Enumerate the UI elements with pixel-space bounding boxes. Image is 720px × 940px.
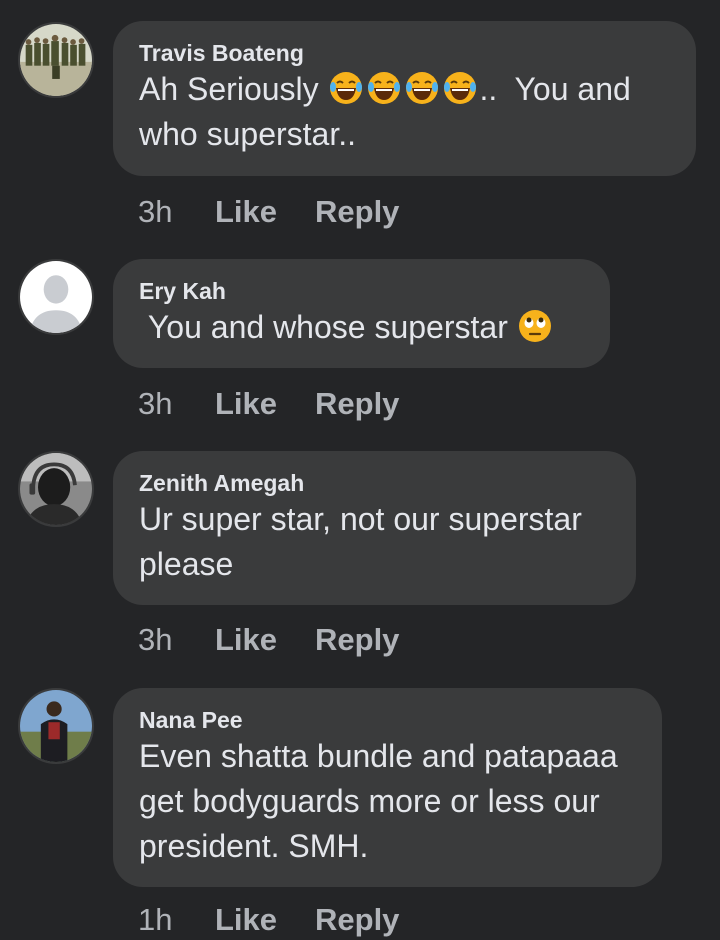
comment-timestamp[interactable]: 1h bbox=[138, 900, 172, 940]
comment-feed: Travis Boateng Ah Seriously .. You and w… bbox=[0, 0, 720, 940]
avatar-photo-icon bbox=[20, 453, 92, 525]
like-button[interactable]: Like bbox=[215, 192, 277, 232]
comment-text: You and whose superstar bbox=[139, 305, 584, 350]
comment-text-prefix: Ah Seriously bbox=[139, 71, 328, 107]
avatar-photo-icon bbox=[20, 24, 92, 96]
face-with-tears-of-joy-icon bbox=[366, 70, 402, 106]
reply-button[interactable]: Reply bbox=[315, 900, 399, 940]
comment-text: Ur super star, not our superstar please bbox=[139, 501, 591, 582]
comment-author[interactable]: Ery Kah bbox=[139, 277, 584, 305]
comment-timestamp[interactable]: 3h bbox=[138, 620, 172, 660]
like-button[interactable]: Like bbox=[215, 900, 277, 940]
reply-button[interactable]: Reply bbox=[315, 192, 399, 232]
comment-bubble: Zenith Amegah Ur super star, not our sup… bbox=[113, 451, 636, 605]
like-button[interactable]: Like bbox=[215, 620, 277, 660]
comment-bubble: Ery Kah You and whose superstar bbox=[113, 259, 610, 368]
face-with-tears-of-joy-icon bbox=[442, 70, 478, 106]
comment-text: Ah Seriously .. You and who superstar.. bbox=[139, 67, 670, 157]
comment-text: Even shatta bundle and patapaaa get body… bbox=[139, 738, 627, 864]
reply-button[interactable]: Reply bbox=[315, 384, 399, 424]
face-with-tears-of-joy-icon bbox=[328, 70, 364, 106]
comment-timestamp[interactable]: 3h bbox=[138, 192, 172, 232]
face-with-rolling-eyes-icon bbox=[517, 308, 553, 344]
reply-button[interactable]: Reply bbox=[315, 620, 399, 660]
face-with-tears-of-joy-icon bbox=[404, 70, 440, 106]
comment-text-prefix: You and whose superstar bbox=[139, 309, 517, 345]
comment-author[interactable]: Nana Pee bbox=[139, 706, 636, 734]
avatar[interactable] bbox=[18, 259, 94, 335]
comment-author[interactable]: Zenith Amegah bbox=[139, 469, 610, 497]
comment-bubble: Travis Boateng Ah Seriously .. You and w… bbox=[113, 21, 696, 176]
comment-author[interactable]: Travis Boateng bbox=[139, 39, 670, 67]
avatar-photo-icon bbox=[20, 690, 92, 762]
avatar[interactable] bbox=[18, 451, 94, 527]
avatar[interactable] bbox=[18, 688, 94, 764]
avatar[interactable] bbox=[18, 22, 94, 98]
comment-timestamp[interactable]: 3h bbox=[138, 384, 172, 424]
default-profile-icon bbox=[20, 261, 92, 333]
comment-bubble: Nana Pee Even shatta bundle and patapaaa… bbox=[113, 688, 662, 887]
like-button[interactable]: Like bbox=[215, 384, 277, 424]
